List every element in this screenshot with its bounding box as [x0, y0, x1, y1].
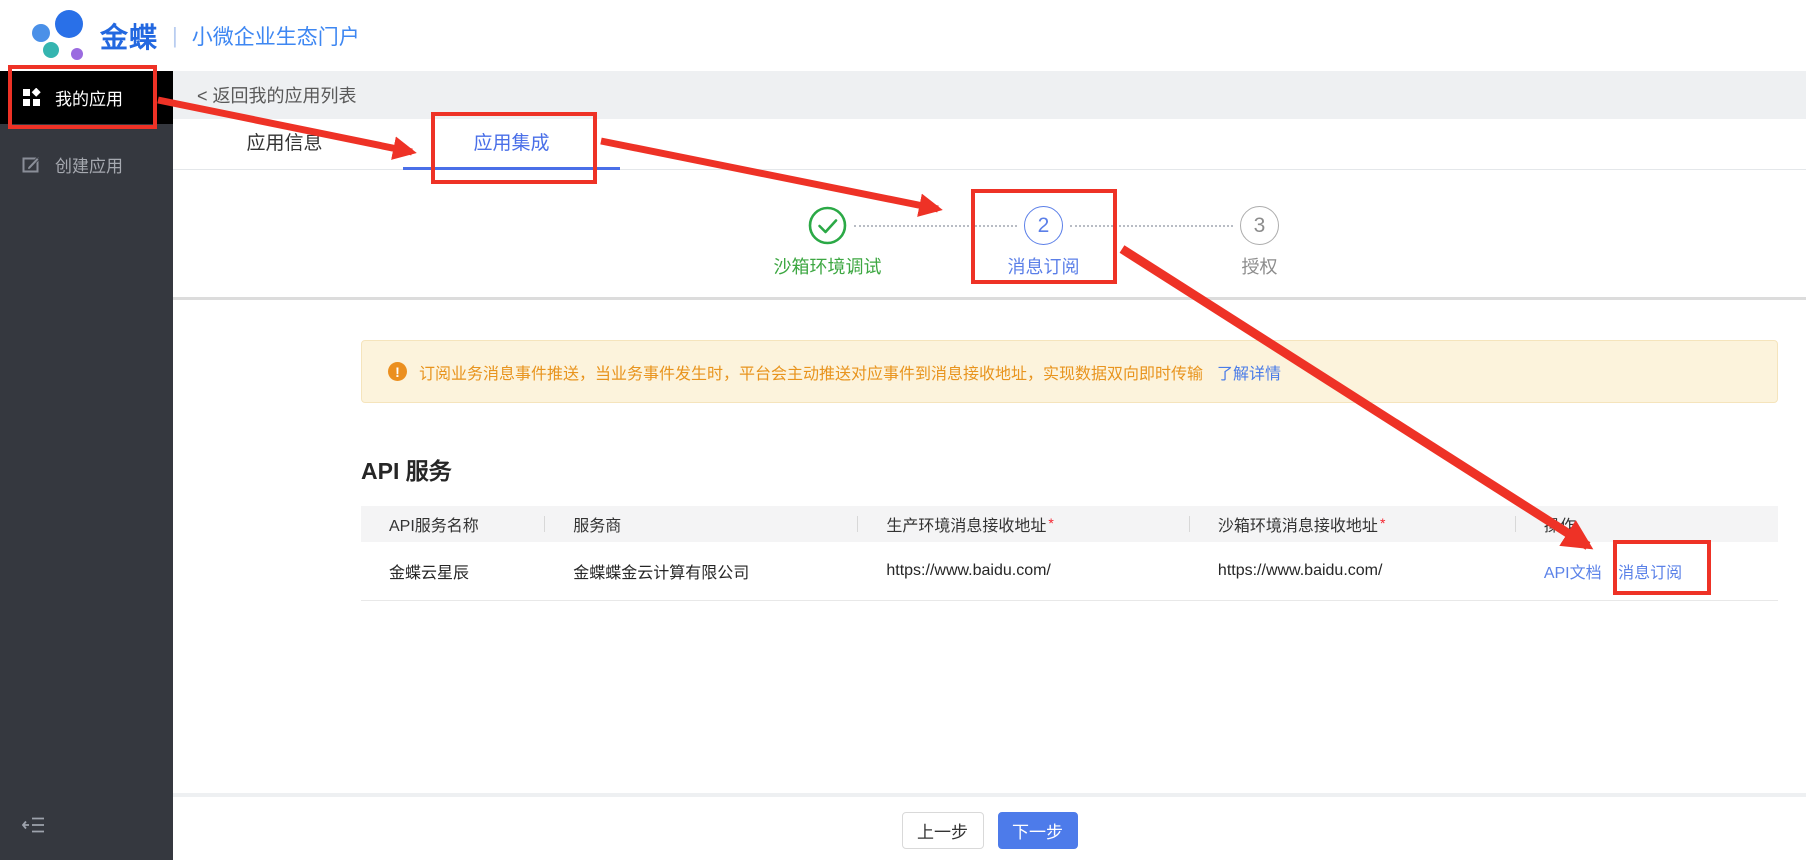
message-subscribe-link[interactable]: 消息订阅: [1618, 565, 1682, 582]
table-row: 金蝶云星辰 金蝶蝶金云计算有限公司 https://www.baidu.com/…: [361, 542, 1778, 600]
learn-more-link[interactable]: 了解详情: [1217, 360, 1281, 384]
step-number: 3: [1240, 206, 1279, 245]
stepper: 沙箱环境调试 2 消息订阅 3 授权: [805, 206, 1282, 245]
warning-icon: !: [388, 362, 407, 381]
api-service-table: API服务名称 服务商 生产环境消息接收地址* 沙箱环境消息接收地址*: [361, 506, 1778, 601]
tab-app-integration[interactable]: 应用集成: [403, 119, 620, 170]
col-actions: 操作: [1516, 506, 1778, 542]
kingdee-logo-icon: [28, 9, 90, 63]
tab-content: ! 订阅业务消息事件推送，当业务事件发生时，平台会主动推送对应事件到消息接收地址…: [173, 300, 1806, 601]
step-connector: [854, 225, 1017, 227]
tab-app-info[interactable]: 应用信息: [176, 119, 393, 170]
sidebar-item-label: 我的应用: [55, 85, 123, 110]
step-sandbox-debug: 沙箱环境调试: [805, 206, 850, 245]
sidebar-item-label: 创建应用: [55, 152, 123, 177]
cell-sandbox-address: https://www.baidu.com/: [1190, 542, 1516, 600]
step-authorization: 3 授权: [1237, 206, 1282, 245]
collapse-sidebar-icon[interactable]: [22, 815, 46, 835]
step-message-subscription: 2 消息订阅: [1021, 206, 1066, 245]
breadcrumb: < 返回我的应用列表: [173, 71, 1806, 119]
step-number: 2: [1024, 206, 1063, 245]
edit-icon: [22, 155, 41, 174]
required-asterisk: *: [1380, 515, 1385, 531]
main-area: < 返回我的应用列表 应用信息 应用集成 沙箱环境调试: [173, 71, 1806, 860]
sidebar-spacer: [0, 191, 173, 815]
stepper-section: 沙箱环境调试 2 消息订阅 3 授权: [173, 170, 1806, 300]
brand-divider: |: [172, 23, 178, 49]
check-circle-icon: [808, 206, 847, 245]
info-banner: ! 订阅业务消息事件推送，当业务事件发生时，平台会主动推送对应事件到消息接收地址…: [361, 340, 1778, 403]
tab-bar: 应用信息 应用集成: [173, 119, 1806, 170]
cell-provider: 金蝶蝶金云计算有限公司: [545, 542, 858, 600]
sidebar-item-create-app[interactable]: 创建应用: [0, 138, 173, 191]
cell-prod-address: https://www.baidu.com/: [858, 542, 1190, 600]
brand-name: 金蝶: [100, 16, 158, 56]
required-asterisk: *: [1048, 515, 1053, 531]
col-sandbox-address: 沙箱环境消息接收地址*: [1190, 506, 1516, 542]
wizard-footer: 上一步 下一步: [173, 797, 1806, 860]
back-to-app-list-link[interactable]: < 返回我的应用列表: [197, 82, 357, 108]
previous-step-button[interactable]: 上一步: [902, 812, 984, 849]
col-prod-address: 生产环境消息接收地址*: [858, 506, 1190, 542]
step-label: 授权: [1242, 253, 1278, 279]
step-connector: [1070, 225, 1233, 227]
api-service-title: API 服务: [361, 452, 1778, 486]
table-header-row: API服务名称 服务商 生产环境消息接收地址* 沙箱环境消息接收地址*: [361, 506, 1778, 542]
portal-title: 小微企业生态门户: [192, 21, 360, 51]
cell-api-name: 金蝶云星辰: [361, 542, 545, 600]
api-doc-link[interactable]: API文档: [1544, 565, 1602, 582]
sidebar-item-my-apps[interactable]: 我的应用: [0, 71, 173, 124]
col-api-name: API服务名称: [361, 506, 545, 542]
sidebar: 我的应用 创建应用: [0, 71, 173, 860]
step-label: 消息订阅: [1008, 253, 1080, 279]
app-detail-panel: 应用信息 应用集成 沙箱环境调试 2 消息订阅: [173, 119, 1806, 793]
banner-message: 订阅业务消息事件推送，当业务事件发生时，平台会主动推送对应事件到消息接收地址，实…: [419, 360, 1203, 384]
cell-actions: API文档 消息订阅: [1516, 542, 1778, 600]
next-step-button[interactable]: 下一步: [998, 812, 1078, 849]
col-provider: 服务商: [545, 506, 858, 542]
step-label: 沙箱环境调试: [774, 253, 882, 279]
top-header: 金蝶 | 小微企业生态门户: [0, 0, 1806, 71]
grid-icon: [22, 88, 41, 107]
